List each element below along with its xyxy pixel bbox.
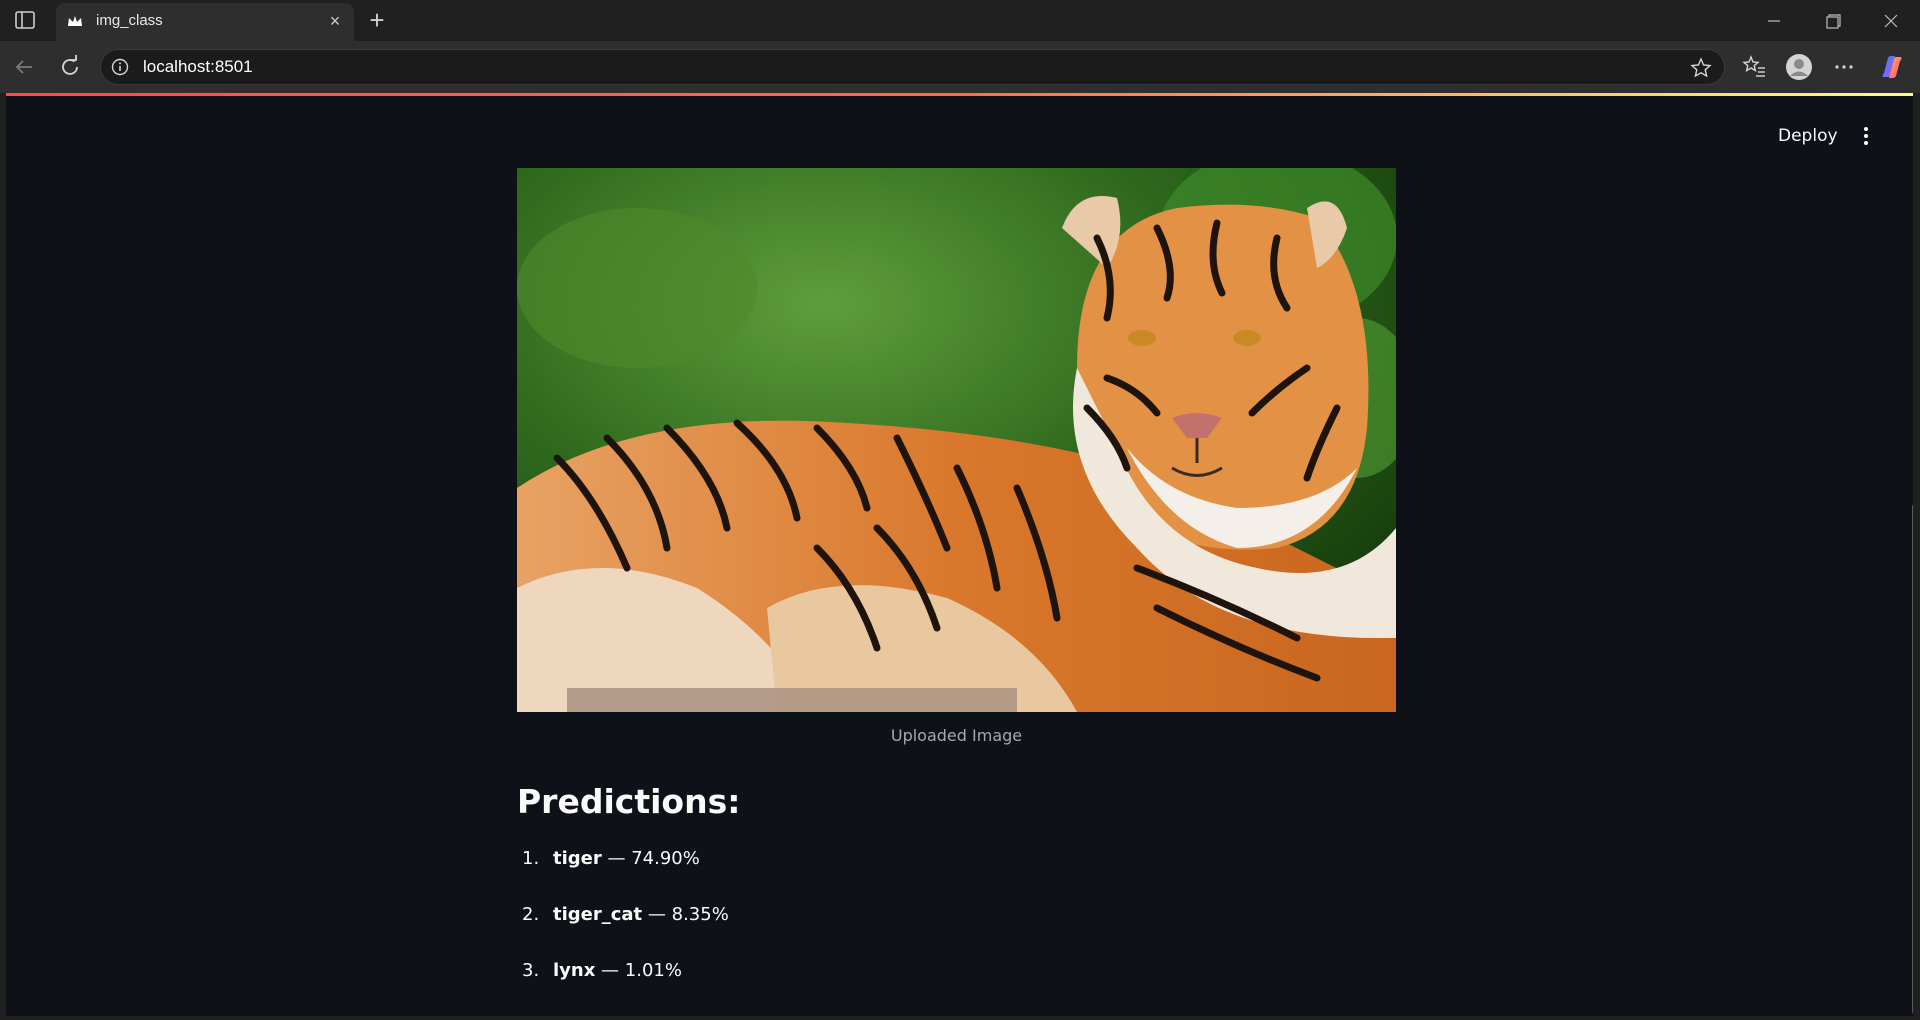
prediction-value: — 74.90% bbox=[601, 848, 700, 869]
prediction-item: 3. lynx — 1.01% bbox=[517, 960, 729, 1016]
site-info-icon[interactable] bbox=[111, 58, 129, 76]
prediction-value: — 1.01% bbox=[595, 960, 682, 981]
reload-icon[interactable] bbox=[56, 53, 84, 81]
predictions-heading: Predictions: bbox=[517, 782, 741, 821]
more-options-icon[interactable] bbox=[1830, 53, 1858, 81]
browser-toolbar: localhost:8501 bbox=[0, 41, 1920, 93]
streamlit-crown-icon bbox=[68, 16, 82, 26]
tab-title: img_class bbox=[96, 12, 163, 29]
favorite-star-icon[interactable] bbox=[1690, 57, 1712, 79]
prediction-rank: 1. bbox=[522, 848, 540, 869]
prediction-item: 1. tiger — 74.90% bbox=[517, 848, 729, 904]
active-tab[interactable]: img_class × bbox=[56, 3, 354, 41]
copilot-icon[interactable] bbox=[1878, 53, 1906, 81]
prediction-item: 2. tiger_cat — 8.35% bbox=[517, 904, 729, 960]
image-caption: Uploaded Image bbox=[890, 726, 1023, 745]
close-tab-icon[interactable]: × bbox=[324, 10, 346, 32]
predictions-list: 1. tiger — 74.90% 2. tiger_cat — 8.35% 3. l… bbox=[517, 848, 729, 1016]
url-text[interactable]: localhost:8501 bbox=[143, 57, 253, 77]
uploaded-tiger-image bbox=[517, 168, 1396, 712]
prediction-value: — 8.35% bbox=[642, 904, 729, 925]
prediction-label: tiger_cat bbox=[553, 904, 643, 925]
minimize-icon[interactable] bbox=[1759, 8, 1789, 34]
streamlit-app: Deploy Uploaded Image Predictions: 1. ti… bbox=[6, 96, 1913, 1016]
page-scrollbar[interactable] bbox=[1912, 504, 1913, 1014]
prediction-rank: 3. bbox=[522, 960, 540, 981]
new-tab-button[interactable]: + bbox=[364, 7, 390, 34]
restore-icon[interactable] bbox=[1818, 8, 1848, 34]
back-icon[interactable] bbox=[10, 53, 38, 81]
browser-tab-bar: img_class × + bbox=[0, 0, 1920, 41]
prediction-label: lynx bbox=[553, 960, 596, 981]
prediction-label: tiger bbox=[553, 848, 602, 869]
profile-avatar-icon[interactable] bbox=[1785, 53, 1813, 81]
deploy-button[interactable]: Deploy bbox=[1778, 126, 1838, 146]
favorites-icon[interactable] bbox=[1740, 53, 1768, 81]
main-menu-icon[interactable] bbox=[1858, 124, 1874, 148]
close-window-icon[interactable] bbox=[1876, 8, 1906, 34]
address-bar[interactable]: localhost:8501 bbox=[100, 49, 1725, 85]
prediction-rank: 2. bbox=[522, 904, 540, 925]
sidebar-toggle-icon[interactable] bbox=[14, 9, 36, 31]
